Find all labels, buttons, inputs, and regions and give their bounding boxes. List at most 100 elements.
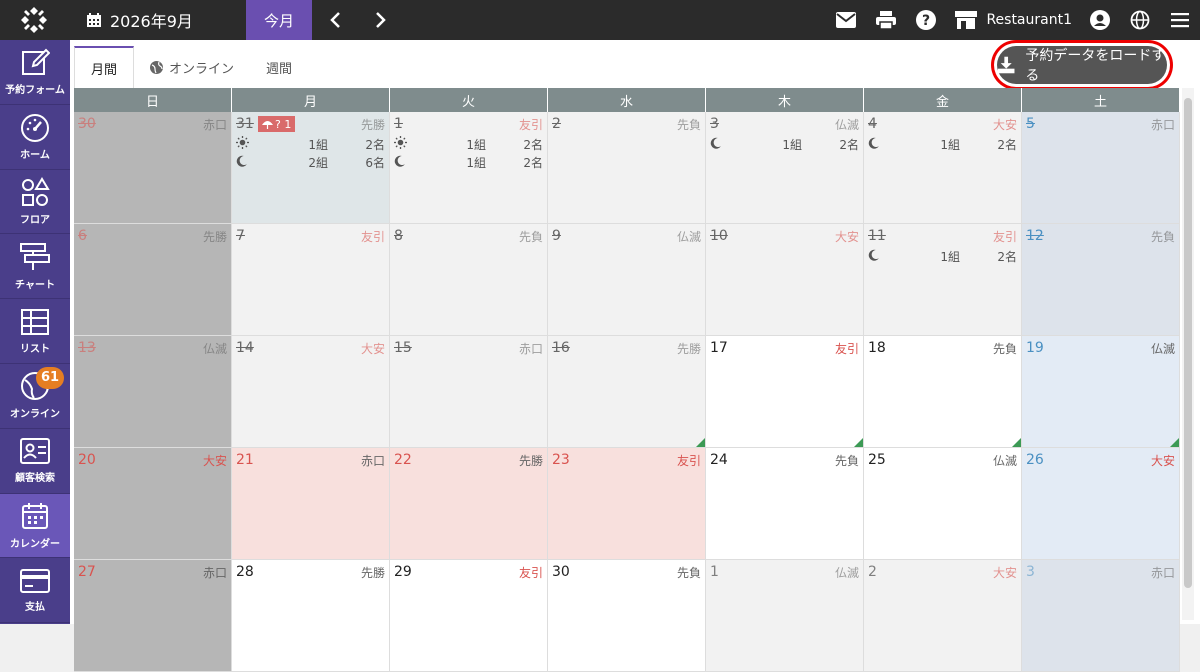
language-globe-icon[interactable] [1120, 0, 1160, 40]
day-number: 8 [394, 228, 403, 244]
group-count: 1組 [308, 137, 328, 152]
calendar-day[interactable]: 27 赤口 [74, 560, 232, 672]
calendar-day[interactable]: 2 大安 [864, 560, 1022, 672]
prev-month-button[interactable] [322, 0, 348, 40]
day-number: 29 [394, 564, 412, 580]
calendar-day[interactable]: 2 先負 [548, 112, 706, 224]
chart-icon [20, 242, 50, 270]
dinner-summary: 1組 2名 [868, 136, 1017, 152]
calendar-day[interactable]: 20 大安 [74, 448, 232, 560]
calendar-day[interactable]: 3 仏滅 1組 2名 [706, 112, 864, 224]
rokuyo-label: 仏滅 [834, 118, 859, 132]
calendar-day[interactable]: 17 友引 [706, 336, 864, 448]
sidebar-item-customer-search[interactable]: 顧客検索 [0, 429, 70, 494]
calendar-day[interactable]: 31 先勝 ? 1 1組 2名 2組 6名 [232, 112, 390, 224]
day-number: 10 [710, 228, 728, 244]
user-icon[interactable] [1080, 0, 1120, 40]
calendar-day[interactable]: 18 先負 [864, 336, 1022, 448]
calendar-day[interactable]: 24 先負 [706, 448, 864, 560]
scrollbar-thumb[interactable] [1184, 98, 1192, 588]
calendar-day[interactable]: 1 仏滅 [706, 560, 864, 672]
sidebar-item-floor[interactable]: フロア [0, 170, 70, 235]
rokuyo-label: 先勝 [202, 230, 227, 244]
next-month-button[interactable] [368, 0, 394, 40]
day-number: 13 [78, 340, 96, 356]
menu-icon[interactable] [1160, 0, 1200, 40]
rokuyo-label: 大安 [1150, 454, 1175, 468]
list-icon [21, 308, 49, 335]
rokuyo-label: 先負 [834, 454, 859, 468]
calendar-day[interactable]: 16 先勝 [548, 336, 706, 448]
month-selector[interactable]: 2026年9月 [86, 0, 193, 40]
mail-icon[interactable] [826, 0, 866, 40]
vertical-scrollbar[interactable] [1182, 88, 1194, 620]
weekday-0: 日 [74, 88, 232, 112]
calendar-day[interactable]: 25 仏滅 [864, 448, 1022, 560]
dinner-summary: 1組 2名 [868, 248, 1017, 264]
calendar-day[interactable]: 8 先負 [390, 224, 548, 336]
event-badge[interactable]: ? 1 [258, 116, 296, 132]
print-icon[interactable] [866, 0, 906, 40]
calendar-icon [22, 502, 48, 529]
calendar-day[interactable]: 30 先負 [548, 560, 706, 672]
calendar-day[interactable]: 13 仏滅 [74, 336, 232, 448]
day-number: 3 [710, 116, 719, 132]
calendar-day[interactable]: 5 赤口 [1022, 112, 1180, 224]
sidebar-item-payment[interactable]: 支払 [0, 558, 70, 624]
sidebar-item-home[interactable]: ホーム [0, 105, 70, 170]
sidebar-item-list[interactable]: リスト [0, 299, 70, 364]
calendar-day[interactable]: 22 先勝 [390, 448, 548, 560]
day-number: 22 [394, 452, 412, 468]
calendar-day[interactable]: 21 赤口 [232, 448, 390, 560]
tab-weekly[interactable]: 週間 [250, 46, 308, 88]
card-icon [20, 568, 50, 593]
calendar-day[interactable]: 3 赤口 [1022, 560, 1180, 672]
day-number: 7 [236, 228, 245, 244]
calendar-day[interactable]: 15 赤口 [390, 336, 548, 448]
weekday-header: 日月火水木金土 [74, 88, 1180, 112]
calendar-day[interactable]: 26 大安 [1022, 448, 1180, 560]
calendar-day[interactable]: 28 先勝 [232, 560, 390, 672]
sidebar-item-chart[interactable]: チャート [0, 234, 70, 300]
calendar-day[interactable]: 4 大安 1組 2名 [864, 112, 1022, 224]
help-icon[interactable]: ? [906, 0, 946, 40]
tab-monthly[interactable]: 月間 [74, 46, 135, 88]
day-number: 18 [868, 340, 886, 356]
day-number: 25 [868, 452, 886, 468]
restaurant-name[interactable]: Restaurant1 [986, 12, 1072, 28]
calendar-day[interactable]: 11 友引 1組 2名 [864, 224, 1022, 336]
calendar-day[interactable]: 10 大安 [706, 224, 864, 336]
rokuyo-label: 先負 [676, 118, 701, 132]
calendar-day[interactable]: 9 仏滅 [548, 224, 706, 336]
calendar-day[interactable]: 30 赤口 [74, 112, 232, 224]
rokuyo-label: 先勝 [360, 118, 385, 132]
store-icon[interactable] [946, 0, 986, 40]
sidebar-item-online[interactable]: オンライン 61 [0, 364, 70, 429]
day-number: 9 [552, 228, 561, 244]
lunch-summary: 1組 2名 [394, 136, 543, 152]
tab-online[interactable]: オンライン [134, 46, 250, 88]
calendar-day[interactable]: 19 仏滅 [1022, 336, 1180, 448]
rokuyo-label: 仏滅 [992, 454, 1017, 468]
this-month-button[interactable]: 今月 [246, 0, 312, 40]
calendar-day[interactable]: 7 友引 [232, 224, 390, 336]
load-reservation-data-button[interactable]: 予約データをロードする [997, 46, 1167, 84]
sidebar-item-calendar[interactable]: カレンダー [0, 493, 70, 559]
calendar-day[interactable]: 23 友引 [548, 448, 706, 560]
calendar-day[interactable]: 1 友引 1組 2名 1組 2名 [390, 112, 548, 224]
day-number: 4 [868, 116, 877, 132]
dinner-summary: 1組 2名 [710, 136, 859, 152]
day-number: 12 [1026, 228, 1044, 244]
calendar-day[interactable]: 14 大安 [232, 336, 390, 448]
group-count: 1組 [940, 249, 960, 264]
rokuyo-label: 友引 [518, 118, 543, 132]
calendar-day[interactable]: 12 先負 [1022, 224, 1180, 336]
calendar-day[interactable]: 6 先勝 [74, 224, 232, 336]
calendar-day[interactable]: 29 友引 [390, 560, 548, 672]
calendar-week: 30 赤口 31 先勝 ? 1 1組 2名 2組 6名 1 友引 1組 2名 1組 2名 2 先負 3 仏滅 1組 2名… [74, 112, 1180, 224]
app-logo-icon[interactable] [0, 0, 68, 40]
sidebar-item-reservation-form[interactable]: 予約フォーム [0, 40, 70, 105]
day-number: 30 [552, 564, 570, 580]
floor-icon [22, 177, 50, 206]
day-number: 28 [236, 564, 254, 580]
